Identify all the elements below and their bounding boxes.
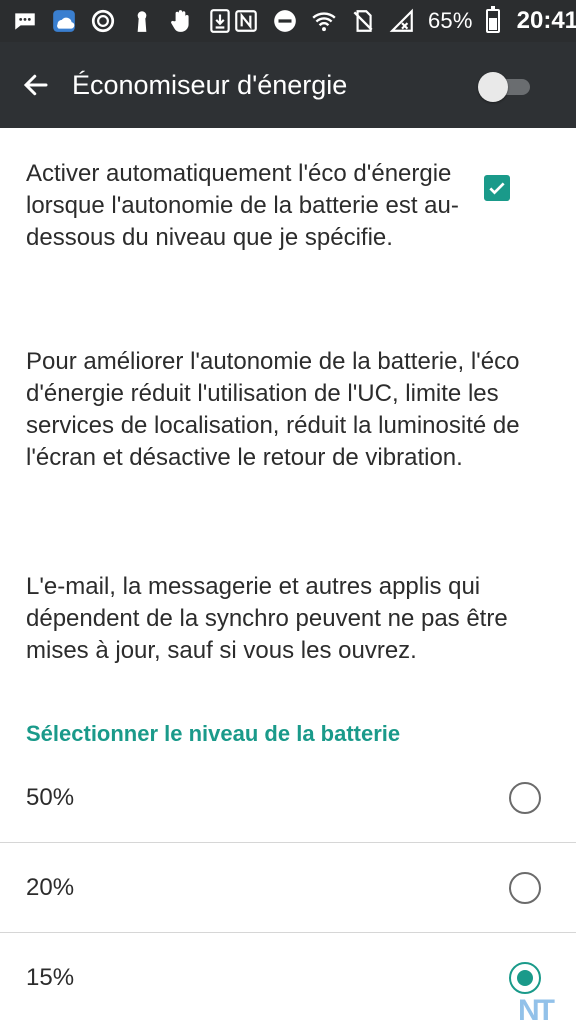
battery-percent: 65% [428, 8, 473, 33]
battery-option-20[interactable]: 20% [0, 843, 576, 933]
battery-level-header: Sélectionner le niveau de la batterie [26, 721, 401, 746]
watermark-logo: NT [518, 994, 555, 1024]
nfc-icon [233, 8, 259, 34]
wifi-icon [311, 8, 337, 34]
do-not-disturb-icon [272, 8, 298, 34]
sync-note-text: L'e-mail, la messagerie et autres applis… [26, 573, 508, 664]
radio-button[interactable] [509, 872, 541, 904]
no-sim-icon [350, 8, 376, 34]
keyhole-icon [129, 8, 155, 34]
status-bar: 65% 20:41 [0, 0, 576, 42]
no-signal-icon [389, 8, 415, 34]
arrow-back-icon [23, 74, 48, 96]
battery-option-15[interactable]: 15% [0, 933, 576, 1023]
download-icon [207, 8, 233, 34]
checkmark-icon [489, 182, 505, 195]
toggle-thumb [478, 72, 508, 102]
description-text: Pour améliorer l'autonomie de la batteri… [26, 348, 520, 471]
radio-button[interactable] [509, 782, 541, 814]
radio-dot [517, 970, 533, 986]
option-label: 50% [26, 784, 75, 811]
radio-button-selected[interactable] [509, 962, 541, 994]
option-label: 15% [26, 964, 75, 991]
chat-icon [12, 8, 38, 34]
ring-icon [90, 8, 116, 34]
auto-enable-text: Activer automatiquement l'éco d'énergie … [26, 160, 459, 251]
hand-icon [168, 8, 194, 34]
notification-icons [12, 8, 233, 34]
clock: 20:41 [516, 7, 576, 34]
battery-icon [485, 6, 500, 33]
auto-enable-setting[interactable]: Activer automatiquement l'éco d'énergie … [26, 158, 556, 254]
battery-option-50[interactable]: 50% [0, 753, 576, 843]
app-bar: Économiseur d'énergie [0, 42, 576, 128]
option-label: 20% [26, 874, 75, 901]
weather-app-icon [51, 8, 77, 34]
power-saver-toggle[interactable] [478, 70, 534, 102]
page-title: Économiseur d'énergie [72, 69, 348, 100]
system-icons: 65% 20:41 [233, 6, 576, 35]
back-button[interactable] [0, 42, 72, 128]
auto-enable-checkbox[interactable] [484, 175, 510, 201]
